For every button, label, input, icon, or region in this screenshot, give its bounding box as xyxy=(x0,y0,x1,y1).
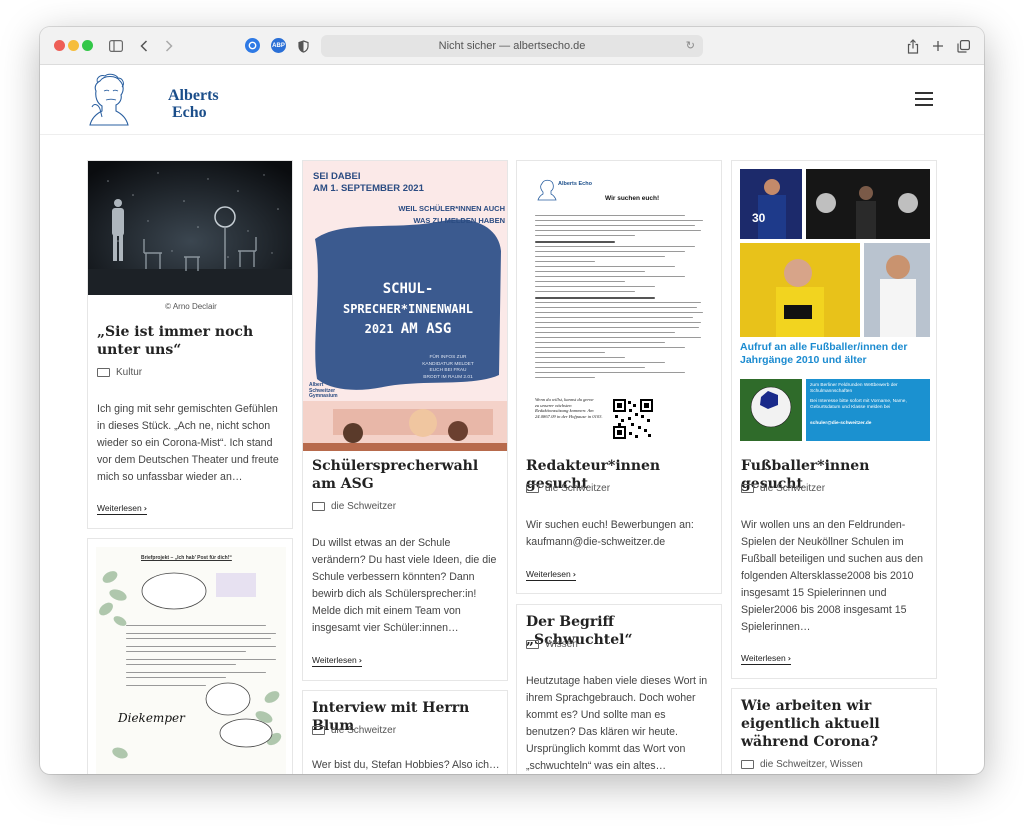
category-link[interactable]: die Schweitzer, Wissen xyxy=(760,759,863,770)
post-excerpt: Heutzutage haben viele dieses Wort in ih… xyxy=(526,675,708,772)
post-card: Briefprojekt – „Ich hab’ Post für dich!“… xyxy=(87,538,293,774)
sidebar-toggle-icon[interactable] xyxy=(108,36,124,56)
image-caption: © Arno Declair xyxy=(165,302,217,311)
jersey-number: 30 xyxy=(752,211,766,225)
category-link[interactable]: die Schweitzer xyxy=(331,501,396,512)
post-card: Alberts Echo Wir suchen euch! Wenn du wi… xyxy=(516,160,722,594)
letter-signature: Diekemper xyxy=(118,711,185,725)
post-card: Interview mit Herrn Blum die Schweitzer … xyxy=(302,690,508,774)
browser-window: ABP Nicht sicher — albertsecho.de ↻ Albe… xyxy=(40,27,984,774)
poster-line7: 2021 xyxy=(364,322,394,336)
post-excerpt: Wir suchen euch! Bewerbungen an: kaufman… xyxy=(526,519,694,548)
post-excerpt: Wer bist du, Stefan Hobbies? Also ich… xyxy=(312,759,500,771)
folder-icon xyxy=(741,484,754,493)
minimize-window-button[interactable] xyxy=(68,40,79,51)
folder-icon xyxy=(312,502,325,511)
qr-code-icon xyxy=(613,399,653,439)
post-category: Kultur xyxy=(97,367,142,378)
post-grid: © Arno Declair „Sie ist immer noch unter… xyxy=(40,135,984,774)
flyer-footer: Wenn du willst, kannst du gerne zu unser… xyxy=(535,397,603,419)
post-excerpt: Du willst etwas an der Schule verändern?… xyxy=(312,537,497,634)
poster-line2: AM 1. SEPTEMBER 2021 xyxy=(313,183,424,194)
privacy-shield-icon[interactable] xyxy=(296,36,310,56)
category-link[interactable]: die Schweitzer xyxy=(331,725,396,736)
category-link[interactable]: die Schweitzer xyxy=(545,483,610,494)
post-category: die Schweitzer xyxy=(741,483,825,494)
post-image-theater[interactable] xyxy=(88,161,292,295)
address-bar[interactable]: Nicht sicher — albertsecho.de ↻ xyxy=(321,35,703,57)
flyer-headline: Aufruf an alle Fußballer/innen der Jahrg… xyxy=(740,341,908,366)
poster-line8: AM ASG xyxy=(400,321,452,337)
poster-line4: WAS ZU MELDEN HABEN xyxy=(413,216,505,225)
address-text: Nicht sicher — albertsecho.de xyxy=(438,40,586,52)
post-category: die Schweitzer xyxy=(312,725,396,736)
post-category: die Schweitzer, Wissen xyxy=(741,759,863,770)
read-more-link[interactable]: Weiterlesen › xyxy=(526,569,577,581)
close-window-button[interactable] xyxy=(54,40,65,51)
adblock-extension-icon[interactable]: ABP xyxy=(271,38,286,53)
post-category: Wissen xyxy=(526,639,578,650)
flyer-box1: zum Berliner Feldrunden Wettbewerb der S… xyxy=(810,383,898,394)
flyer-heading: Wir suchen euch! xyxy=(605,195,660,202)
folder-icon xyxy=(526,484,539,493)
menu-hamburger-icon[interactable] xyxy=(915,92,933,106)
category-link[interactable]: Wissen xyxy=(545,639,578,650)
post-title[interactable]: „Sie ist immer noch unter uns“ xyxy=(97,323,287,359)
chevron-right-icon: › xyxy=(358,656,363,665)
chevron-right-icon: › xyxy=(787,654,792,663)
category-link[interactable]: die Schweitzer xyxy=(760,483,825,494)
browser-toolbar: ABP Nicht sicher — albertsecho.de ↻ xyxy=(40,27,984,65)
post-excerpt: Wir wollen uns an den Feldrunden-Spielen… xyxy=(741,519,923,633)
post-card: SEI DABEI AM 1. SEPTEMBER 2021 WEIL SCHÜ… xyxy=(302,160,508,681)
post-card: © Arno Declair „Sie ist immer noch unter… xyxy=(87,160,293,529)
flyer-box2: Bei Interesse bitte sofort mit Vorname, … xyxy=(810,399,907,410)
category-link[interactable]: Kultur xyxy=(116,367,142,378)
post-title[interactable]: Schülersprecherwahl am ASG xyxy=(312,457,502,493)
zoom-window-button[interactable] xyxy=(82,40,93,51)
folder-icon xyxy=(741,760,754,769)
post-card: 30 Aufruf an alle Fußballer/innen der Ja… xyxy=(731,160,937,679)
tab-overview-icon[interactable] xyxy=(956,36,970,56)
post-category: die Schweitzer xyxy=(526,483,610,494)
forward-icon[interactable] xyxy=(163,36,175,56)
poster-line5: SCHUL- xyxy=(382,281,434,297)
site-logo[interactable]: Alberts Echo xyxy=(86,73,219,127)
share-icon[interactable] xyxy=(906,36,920,56)
logo-text-echo: Echo xyxy=(172,104,207,121)
albert-portrait-icon xyxy=(89,73,129,126)
read-more-link[interactable]: Weiterlesen › xyxy=(97,503,148,515)
school-logo: Albert Schweitzer Gymnasium xyxy=(309,382,338,400)
flyer-logo-icon xyxy=(537,179,557,201)
post-image-election-poster[interactable]: SEI DABEI AM 1. SEPTEMBER 2021 WEIL SCHÜ… xyxy=(303,161,507,451)
poster-info4: BRODT IM RAUM 2.01 xyxy=(423,374,473,380)
poster-line3: WEIL SCHÜLER*INNEN AUCH xyxy=(398,204,505,213)
read-more-link[interactable]: Weiterlesen › xyxy=(741,653,792,665)
post-image-football-flyer[interactable]: 30 Aufruf an alle Fußballer/innen der Ja… xyxy=(740,169,930,441)
poster-line1: SEI DABEI xyxy=(313,171,361,182)
letter-heading: Briefprojekt – „Ich hab’ Post für dich!“ xyxy=(141,555,232,561)
back-icon[interactable] xyxy=(138,36,150,56)
post-excerpt: Ich ging mit sehr gemischten Gefühlen in… xyxy=(97,403,279,483)
reload-icon[interactable]: ↻ xyxy=(686,39,695,52)
flyer-email: schuler@die-schweitzer.de xyxy=(810,421,872,426)
read-more-link[interactable]: Weiterlesen › xyxy=(312,655,363,667)
logo-text-alberts: Alberts xyxy=(168,87,219,104)
chevron-right-icon: › xyxy=(143,504,148,513)
post-card: Der Begriff „Schwuchtel“ Wissen Heutzuta… xyxy=(516,604,722,774)
new-tab-icon[interactable] xyxy=(931,36,945,56)
post-category: die Schweitzer xyxy=(312,501,396,512)
flyer-logo-text: Alberts Echo xyxy=(558,181,592,187)
post-title[interactable]: Wie arbeiten wir eigentlich aktuell währ… xyxy=(741,697,921,751)
folder-icon xyxy=(526,640,539,649)
post-image-letter[interactable]: Briefprojekt – „Ich hab’ Post für dich!“… xyxy=(96,547,286,774)
folder-icon xyxy=(312,726,325,735)
chevron-right-icon: › xyxy=(572,570,577,579)
site-header: Alberts Echo xyxy=(40,65,984,135)
password-extension-icon[interactable] xyxy=(245,38,260,53)
poster-line6: SPRECHER*INNENWAHL xyxy=(342,302,474,316)
post-card: Wie arbeiten wir eigentlich aktuell währ… xyxy=(731,688,937,774)
post-image-recruitment-flyer[interactable]: Alberts Echo Wir suchen euch! Wenn du wi… xyxy=(527,171,713,449)
folder-icon xyxy=(97,368,110,377)
